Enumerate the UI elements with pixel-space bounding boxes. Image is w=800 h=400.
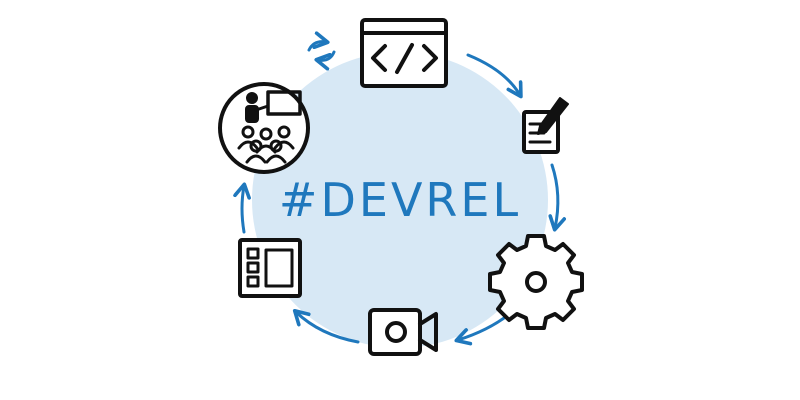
- gear-icon: [488, 234, 584, 330]
- arrow-layout-to-presentation: [233, 182, 251, 234]
- arrow-writing-to-gear: [548, 163, 567, 232]
- diagram-canvas: #DEVREL: [218, 18, 584, 356]
- writing-icon: [522, 97, 569, 154]
- presentation-icon: [218, 82, 310, 174]
- refresh-icon: [307, 31, 336, 71]
- code-icon: [360, 18, 448, 88]
- devrel-cycle-diagram: #DEVREL: [0, 0, 800, 400]
- layout-icon: [238, 238, 302, 298]
- center-title: #DEVREL: [279, 173, 521, 227]
